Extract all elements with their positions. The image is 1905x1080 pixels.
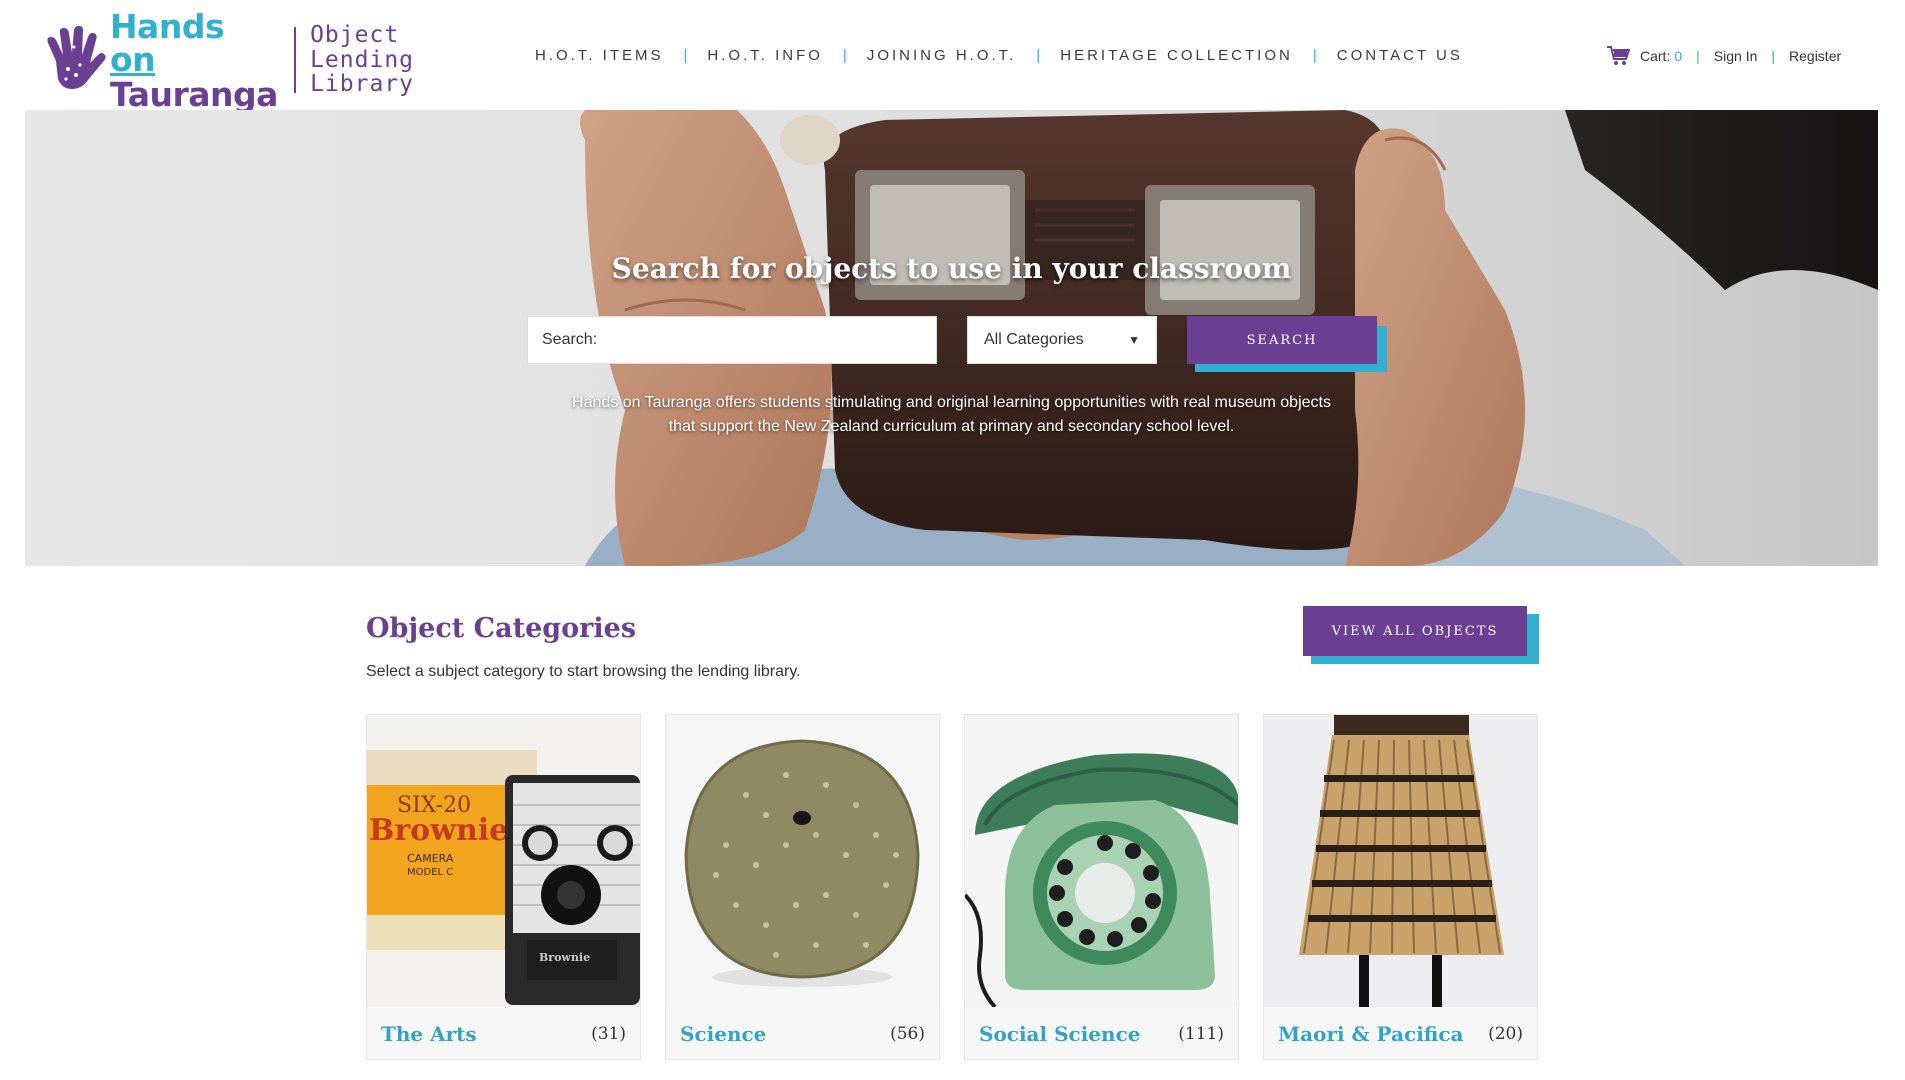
logo-sub-lending: Lending <box>310 46 415 73</box>
category-card-maori-pacifica[interactable]: Maori & Pacifica (20) <box>1263 714 1538 1060</box>
category-count: (31) <box>591 1024 626 1044</box>
logo-tauranga-text: Tauranga <box>109 74 278 114</box>
register-link[interactable]: Register <box>1789 48 1841 64</box>
chevron-down-icon: ▼ <box>1128 333 1140 347</box>
hero-description-line2: that support the New Zealand curriculum … <box>668 418 1235 435</box>
nav-separator: | <box>1036 47 1041 64</box>
search-input[interactable] <box>527 316 937 364</box>
site-logo[interactable]: Hands on Tauranga Object Lending Library <box>44 10 415 111</box>
hero-stereo-viewer-image <box>25 110 1878 566</box>
category-card-footer: Maori & Pacifica (20) <box>1264 1007 1537 1059</box>
category-card-science[interactable]: Science (56) <box>665 714 940 1060</box>
hero-description-line1: Hands on Tauranga offers students stimul… <box>572 394 1331 411</box>
categories-subheading: Select a subject category to start brows… <box>366 663 801 680</box>
account-separator: | <box>1771 48 1776 64</box>
view-all-button-wrap: VIEW ALL OBJECTS <box>1303 606 1543 664</box>
sea-urchin-icon <box>666 715 939 1007</box>
category-count: (111) <box>1178 1024 1224 1044</box>
cart-link[interactable]: Cart: 0 <box>1640 48 1682 64</box>
account-links: Cart: 0 | Sign In | Register <box>1606 45 1841 67</box>
nav-item-hot-items[interactable]: H.O.T. ITEMS <box>535 47 664 64</box>
logo-wordmark: Hands on Tauranga <box>110 10 280 111</box>
category-card-footer: Science (56) <box>666 1007 939 1059</box>
logo-divider <box>294 27 297 93</box>
piupiu-skirt-icon <box>1264 715 1537 1007</box>
rotary-phone-icon <box>965 715 1238 1007</box>
category-name: Science <box>680 1022 767 1046</box>
nav-item-heritage-collection[interactable]: HERITAGE COLLECTION <box>1060 47 1293 64</box>
nav-separator: | <box>842 47 847 64</box>
camera-box-sub1-text: CAMERA <box>407 852 454 865</box>
view-all-objects-button[interactable]: VIEW ALL OBJECTS <box>1303 606 1527 656</box>
nav-separator: | <box>683 47 688 64</box>
main-nav: H.O.T. ITEMS | H.O.T. INFO | JOINING H.O… <box>535 47 1463 64</box>
category-cards: SIX-20 Brownie CAMERA MODEL C Brownie Th… <box>366 714 1538 1060</box>
nav-item-contact-us[interactable]: CONTACT US <box>1337 47 1463 64</box>
category-name: Maori & Pacifica <box>1278 1022 1464 1046</box>
category-card-the-arts[interactable]: SIX-20 Brownie CAMERA MODEL C Brownie Th… <box>366 714 641 1060</box>
account-separator: | <box>1696 48 1700 64</box>
cart-icon[interactable] <box>1606 45 1630 67</box>
cart-count: 0 <box>1674 48 1683 64</box>
camera-body-label-text: Brownie <box>539 951 590 964</box>
logo-sub-library: Library <box>310 71 415 98</box>
sign-in-link[interactable]: Sign In <box>1714 48 1758 64</box>
category-card-footer: The Arts (31) <box>367 1007 640 1059</box>
hero-title: Search for objects to use in your classr… <box>611 252 1292 285</box>
site-header: Hands on Tauranga Object Lending Library… <box>0 0 1905 111</box>
logo-sub-object: Object <box>310 21 400 48</box>
logo-on-text: on <box>109 39 156 79</box>
category-select-value: All Categories <box>984 331 1084 348</box>
nav-item-joining-hot[interactable]: JOINING H.O.T. <box>867 47 1017 64</box>
hero-description: Hands on Tauranga offers students stimul… <box>25 391 1878 439</box>
categories-heading: Object Categories <box>366 613 637 644</box>
box-camera-icon: SIX-20 Brownie CAMERA MODEL C Brownie <box>367 715 640 1007</box>
category-card-social-science[interactable]: Social Science (111) <box>964 714 1239 1060</box>
camera-box-brand-text: Brownie <box>369 813 508 848</box>
nav-item-hot-info[interactable]: H.O.T. INFO <box>707 47 823 64</box>
hero-banner: Search for objects to use in your classr… <box>25 110 1878 566</box>
category-count: (56) <box>890 1024 925 1044</box>
category-count: (20) <box>1488 1024 1523 1044</box>
cart-label: Cart: <box>1640 48 1671 64</box>
search-button[interactable]: SEARCH <box>1187 316 1377 364</box>
logo-subtitle: Object Lending Library <box>310 21 415 98</box>
search-button-wrap: SEARCH <box>1187 316 1387 372</box>
nav-separator: | <box>1312 47 1317 64</box>
category-name: Social Science <box>979 1022 1141 1046</box>
category-card-footer: Social Science (111) <box>965 1007 1238 1059</box>
camera-box-sub2-text: MODEL C <box>407 867 453 878</box>
category-name: The Arts <box>381 1022 477 1046</box>
hand-logo-icon <box>47 25 106 89</box>
category-select[interactable]: All Categories ▼ <box>967 316 1157 364</box>
